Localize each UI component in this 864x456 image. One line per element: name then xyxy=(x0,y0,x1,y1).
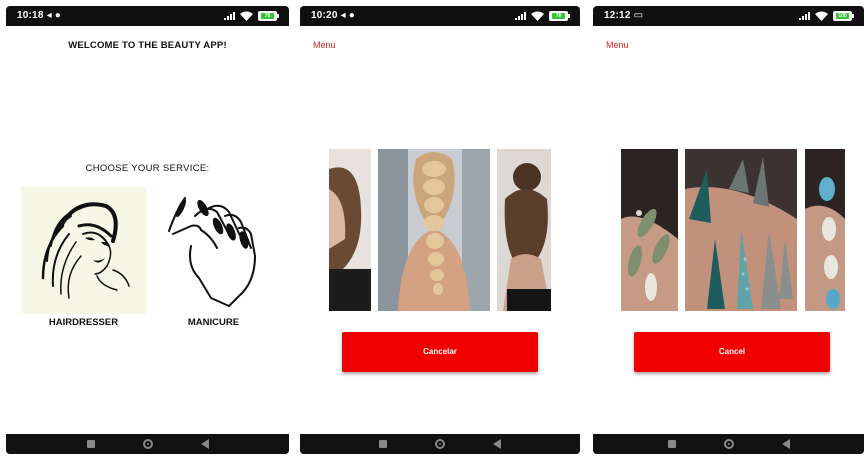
battery-icon: 100 xyxy=(833,11,854,21)
recents-icon[interactable] xyxy=(86,440,95,448)
nav-bar xyxy=(593,434,864,454)
wifi-icon xyxy=(531,11,544,21)
wifi-icon xyxy=(815,11,828,21)
manicure-illustration-icon xyxy=(151,186,276,314)
home-icon[interactable] xyxy=(142,439,153,449)
manicure-label: MANICURE xyxy=(187,317,240,328)
battery-icon: 78 xyxy=(549,11,570,21)
status-time: 10:18 ◂ ● xyxy=(17,10,62,21)
back-icon[interactable] xyxy=(781,439,790,449)
status-bar: 12:12 ▭ 100 xyxy=(593,6,864,26)
image-carousel[interactable] xyxy=(300,149,580,311)
choose-service-label: CHOOSE YOUR SERVICE: xyxy=(85,163,210,174)
nails-photo-teal[interactable] xyxy=(685,149,797,311)
signal-icon xyxy=(515,12,526,20)
recents-icon[interactable] xyxy=(667,440,676,448)
app-content: WELCOME TO THE BEAUTY APP! CHOOSE YOUR S… xyxy=(6,26,289,434)
hairdresser-label: HAIRDRESSER xyxy=(48,317,119,328)
nav-bar xyxy=(300,434,580,454)
hairdresser-illustration-icon xyxy=(21,186,146,314)
nails-photo-glitter[interactable] xyxy=(805,149,845,311)
cancel-button[interactable]: Cancelar xyxy=(342,332,538,372)
signal-icon xyxy=(799,12,810,20)
recents-icon[interactable] xyxy=(379,440,387,448)
status-bar: 10:20 ◂ ● 78 xyxy=(300,6,580,26)
menu-link[interactable]: Menu xyxy=(606,40,629,50)
phone-screen-hairdresser: 10:20 ◂ ● 78 Menu Cancelar xyxy=(300,6,580,454)
hair-photo-bun[interactable] xyxy=(497,149,551,311)
battery-icon: 78 xyxy=(258,11,279,21)
menu-link[interactable]: Menu xyxy=(313,40,336,50)
hair-photo-bob[interactable] xyxy=(329,149,371,311)
nails-photo-green[interactable] xyxy=(621,149,678,311)
back-icon[interactable] xyxy=(493,439,501,449)
welcome-title: WELCOME TO THE BEAUTY APP! xyxy=(68,40,227,51)
status-bar: 10:18 ◂ ● 78 xyxy=(6,6,289,26)
phone-screen-manicure: 12:12 ▭ 100 Menu Cancel xyxy=(593,6,864,454)
wifi-icon xyxy=(240,11,253,21)
app-content: Menu xyxy=(593,26,864,434)
home-icon[interactable] xyxy=(723,439,734,449)
back-icon[interactable] xyxy=(200,439,209,449)
hair-photo-braid[interactable] xyxy=(378,149,490,311)
status-time: 12:12 ▭ xyxy=(604,10,644,21)
signal-icon xyxy=(224,12,235,20)
status-time: 10:20 ◂ ● xyxy=(311,10,356,21)
phone-screen-home: 10:18 ◂ ● 78 WELCOME TO THE BEAUTY APP! C… xyxy=(6,6,289,454)
app-content: Menu xyxy=(300,26,580,434)
cancel-button[interactable]: Cancel xyxy=(634,332,830,372)
image-carousel[interactable] xyxy=(593,149,864,311)
nav-bar xyxy=(6,434,289,454)
home-icon[interactable] xyxy=(435,439,445,449)
manicure-service-button[interactable]: MANICURE xyxy=(151,186,276,341)
hairdresser-service-button[interactable]: HAIRDRESSER xyxy=(21,186,146,341)
